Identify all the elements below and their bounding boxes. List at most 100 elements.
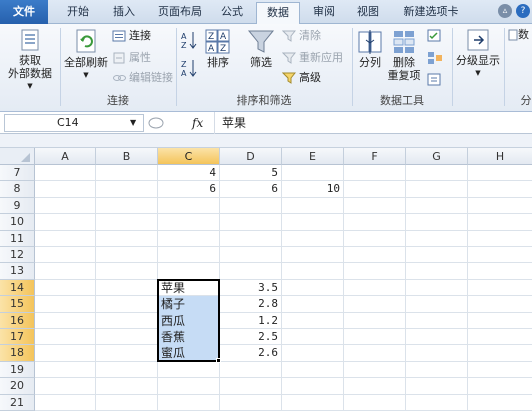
reapply-label: 重新应用 [299,51,343,64]
connections-button[interactable]: 连接 [112,28,151,44]
tab-formulas[interactable]: 公式 [214,2,250,24]
row-header-12[interactable]: 12 [0,247,35,264]
tab-page-layout[interactable]: 页面布局 [152,2,208,24]
tab-review[interactable]: 审阅 [306,2,342,24]
cells-area[interactable]: 4 5 6 6 10 苹果 3.5 橘子 2.8 西瓜 1.2 香蕉 2.5 蜜瓜 2.6 [35,165,532,411]
cell-d15[interactable]: 2.8 [220,296,281,312]
tab-insert[interactable]: 插入 [106,2,142,24]
name-box[interactable]: C14 [4,114,144,132]
tab-data[interactable]: 数据 [256,2,300,25]
name-box-dropdown-icon[interactable]: ▼ [130,114,136,132]
cell-e8[interactable]: 10 [282,181,343,197]
row-header-18[interactable]: 18 [0,345,35,362]
sort-desc-button[interactable]: ZA [180,58,200,78]
group-analysis-label: 分 [520,94,532,107]
gridline [281,165,282,411]
row-header-20[interactable]: 20 [0,378,35,395]
properties-label: 属性 [129,51,151,64]
group-connections-label: 连接 [107,94,129,107]
group-separator [352,28,353,106]
data-analysis-button[interactable]: 数 [508,28,532,42]
gridline [35,278,532,280]
advanced-button[interactable]: 高级 [282,70,321,86]
group-sort-filter-label: 排序和筛选 [236,94,292,107]
advanced-filter-icon [282,72,296,84]
gridline [35,246,532,247]
svg-text:Z: Z [208,32,214,42]
fill-handle[interactable] [216,357,221,363]
data-validation-button[interactable] [426,28,444,44]
row-header-19[interactable]: 19 [0,361,35,379]
group-separator [60,28,61,106]
row-header-10[interactable]: 10 [0,214,35,231]
column-header-c[interactable]: C [158,148,220,165]
gridline [467,165,468,411]
column-header-d[interactable]: D [220,148,282,165]
minimize-ribbon-icon[interactable]: ▵ [498,4,512,18]
filter-button[interactable]: 筛选 [244,28,278,69]
cell-d14[interactable]: 3.5 [220,280,281,296]
consolidate-button[interactable] [426,50,444,66]
formula-bar-collapse-icon[interactable] [148,116,164,130]
svg-text:A: A [181,69,187,78]
row-header-14[interactable]: 14 [0,279,35,297]
row-header-21[interactable]: 21 [0,394,35,411]
row-header-7[interactable]: 7 [0,165,35,182]
cell-d18[interactable]: 2.6 [220,345,281,361]
sort-descending-icon: ZA [181,60,197,78]
column-header-g[interactable]: G [406,148,468,165]
remove-duplicates-label-2: 重复项 [387,69,421,82]
row-header-17[interactable]: 17 [0,329,35,346]
connections-icon [112,30,126,42]
cell-d16[interactable]: 1.2 [220,313,281,329]
tab-file[interactable]: 文件 [0,0,48,24]
tab-new[interactable]: 新建选项卡 [396,2,466,24]
what-if-button[interactable] [426,72,444,88]
help-icon[interactable]: ? [516,4,530,18]
tab-home[interactable]: 开始 [60,2,96,24]
insert-function-icon[interactable]: fx [192,114,203,132]
edit-links-button[interactable]: 编辑链接 [112,70,173,86]
refresh-icon [76,29,96,53]
cell-d8[interactable]: 6 [220,181,281,197]
row-header-11[interactable]: 11 [0,230,35,247]
gridline [35,295,532,297]
formula-divider [214,112,215,134]
column-header-e[interactable]: E [282,148,344,165]
reapply-button[interactable]: 重新应用 [282,50,343,66]
row-header-13[interactable]: 13 [0,263,35,280]
cell-c8[interactable]: 6 [158,181,219,197]
group-separator [452,28,453,106]
properties-button[interactable]: 属性 [112,50,151,66]
get-external-line1: 获取 [19,54,41,67]
gridline [35,311,532,313]
column-header-f[interactable]: F [344,148,406,165]
gridline [35,262,532,264]
sort-button[interactable]: Z A A Z 排序 [202,28,234,69]
sort-asc-button[interactable]: AZ [180,30,200,50]
refresh-all-button[interactable]: 全部刷新 ▼ [62,28,110,82]
outline-button[interactable]: 分级显示 ▼ [454,28,502,80]
cell-c7[interactable]: 4 [158,165,219,181]
remove-duplicates-button[interactable]: 删除 重复项 [386,28,422,82]
formula-bar-spacer [0,134,532,148]
formula-input[interactable]: 苹果 [222,114,246,132]
clear-button[interactable]: 清除 [282,28,321,44]
cell-d7[interactable]: 5 [220,165,281,181]
gridline [35,344,532,346]
row-header-16[interactable]: 16 [0,312,35,329]
ribbon-data: 获取 外部数据 ▼ 全部刷新 ▼ 连接 属性 编辑链接 连接 AZ ZA Z A… [0,24,532,112]
get-external-data-button[interactable]: 获取 外部数据 ▼ [4,28,56,93]
row-header-8[interactable]: 8 [0,181,35,198]
cell-d17[interactable]: 2.5 [220,329,281,345]
text-to-columns-button[interactable]: 分列 [354,28,386,69]
select-all-corner[interactable] [0,148,35,165]
spreadsheet-grid[interactable]: ABCDEFGH 78910111213141516171819202122 4… [0,148,532,411]
column-header-a[interactable]: A [35,148,96,165]
row-header-15[interactable]: 15 [0,296,35,313]
column-header-h[interactable]: H [468,148,532,165]
tab-view[interactable]: 视图 [350,2,386,24]
row-header-9[interactable]: 9 [0,197,35,215]
column-header-b[interactable]: B [96,148,158,165]
selection-border [157,278,220,362]
